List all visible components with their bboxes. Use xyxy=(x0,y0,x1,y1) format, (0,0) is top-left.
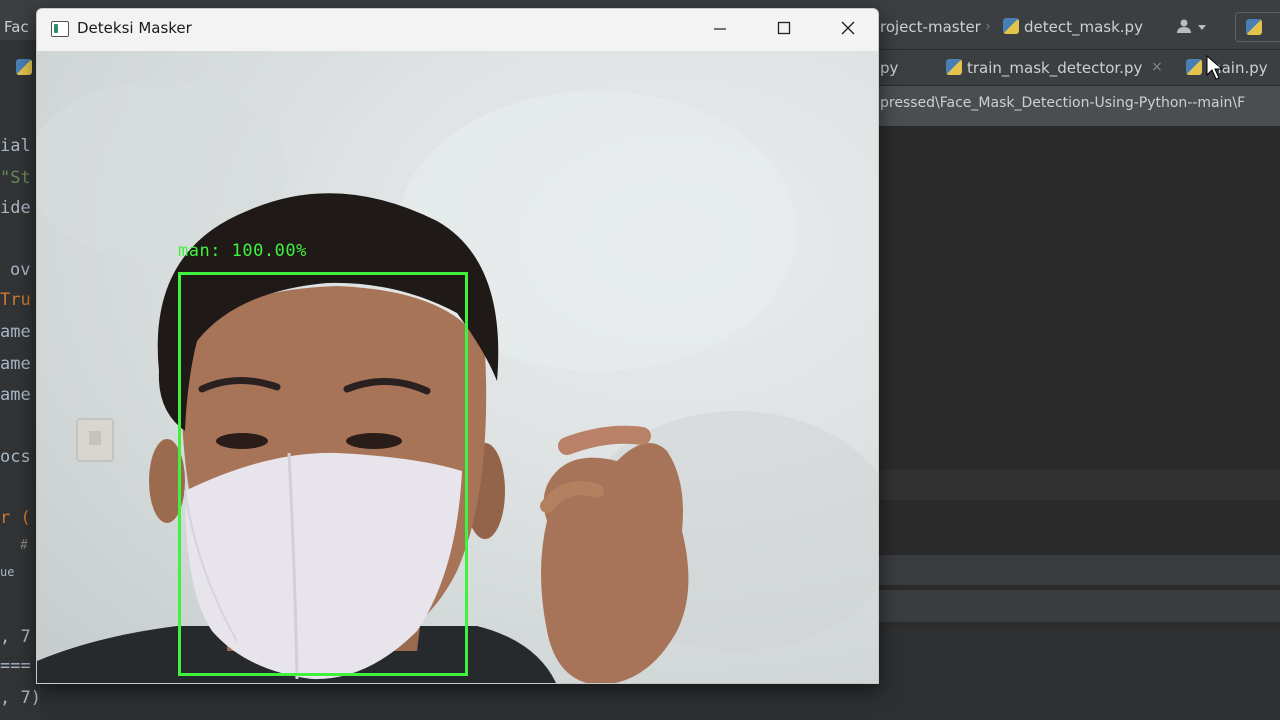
breadcrumb-file[interactable]: detect_mask.py xyxy=(1003,18,1143,36)
close-tab-icon[interactable]: × xyxy=(1151,59,1163,75)
python-file-icon xyxy=(16,59,32,75)
window-titlebar[interactable]: Deteksi Masker xyxy=(37,9,878,51)
close-button[interactable] xyxy=(815,9,878,49)
mouse-cursor-icon xyxy=(1206,55,1224,80)
code-fragment: ov xyxy=(10,260,31,280)
code-fragment: ocs xyxy=(0,447,31,467)
code-fragment: === xyxy=(0,656,31,676)
maximize-icon xyxy=(777,21,791,35)
code-fragment: r ( xyxy=(0,508,31,528)
breadcrumb-project[interactable]: roject-master xyxy=(880,18,981,36)
camera-frame: man: 100.00% xyxy=(37,51,878,683)
tab-train-mask-detector[interactable]: train_mask_detector.py xyxy=(946,59,1142,77)
tab-detect-mask[interactable]: py xyxy=(880,59,898,77)
python-file-icon xyxy=(1003,18,1019,34)
chevron-down-icon[interactable] xyxy=(1198,25,1206,30)
face-detection-box xyxy=(178,272,468,676)
tab-main[interactable]: main.py xyxy=(1186,59,1268,77)
minimize-icon xyxy=(714,28,726,30)
maximize-button[interactable] xyxy=(751,9,815,49)
python-file-icon xyxy=(946,59,962,75)
code-fragment: ial xyxy=(0,136,31,156)
code-fragment: ame xyxy=(0,322,31,342)
code-fragment: ame xyxy=(0,354,31,374)
detection-window[interactable]: Deteksi Masker man: 100.00% xyxy=(36,8,879,684)
python-file-icon xyxy=(1186,59,1202,75)
detection-label: man: 100.00% xyxy=(178,241,307,261)
window-title: Deteksi Masker xyxy=(77,19,192,37)
app-icon xyxy=(51,21,69,37)
code-fragment: ame xyxy=(0,385,31,405)
close-icon xyxy=(841,21,855,35)
run-config-button[interactable] xyxy=(1235,12,1280,42)
minimize-button[interactable] xyxy=(687,9,751,49)
code-fragment: "St xyxy=(0,168,31,188)
code-fragment: ue xyxy=(0,565,15,579)
file-path: pressed\Face_Mask_Detection-Using-Python… xyxy=(880,95,1246,111)
python-file-icon xyxy=(1246,19,1262,35)
light-switch xyxy=(76,418,114,462)
project-label[interactable]: Fac xyxy=(4,18,29,36)
code-fragment: # xyxy=(20,538,28,553)
user-icon[interactable] xyxy=(1176,18,1192,34)
code-fragment: Tru xyxy=(0,290,31,310)
breadcrumb-separator: › xyxy=(985,17,991,35)
code-fragment: , 7) xyxy=(0,688,41,708)
code-fragment: , 7 xyxy=(0,627,31,647)
code-fragment: ide xyxy=(0,198,31,218)
